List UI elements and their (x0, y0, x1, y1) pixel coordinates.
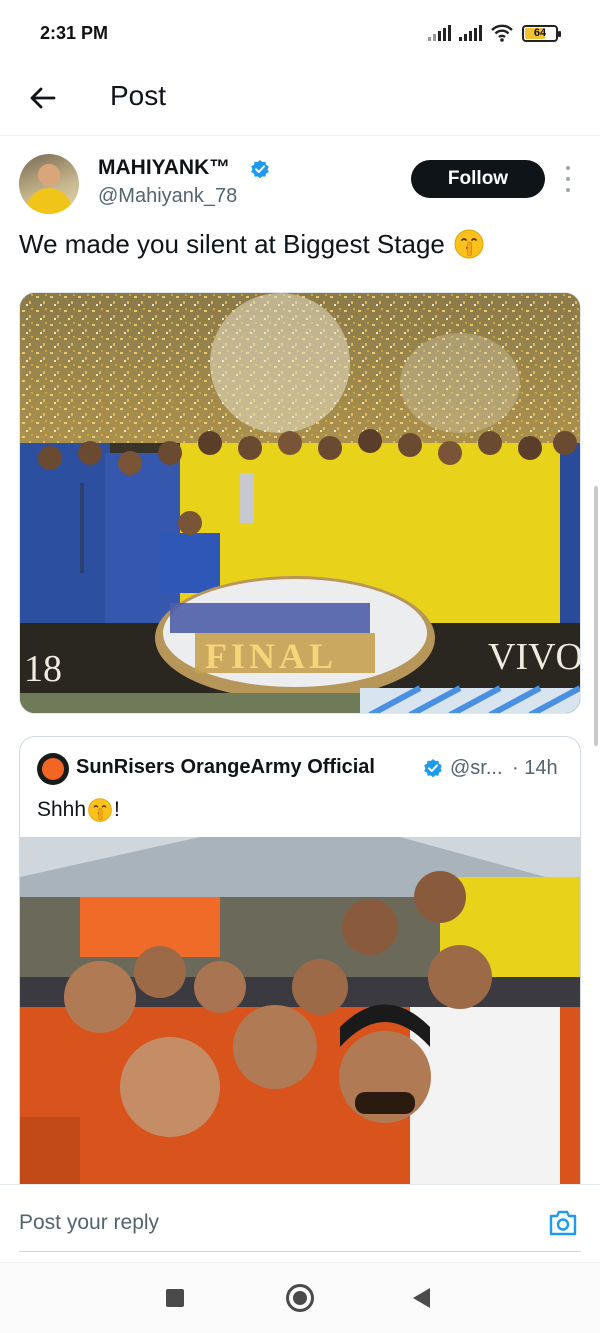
back-icon[interactable] (413, 1288, 430, 1308)
quote-timestamp: · 14h (512, 757, 558, 779)
camera-icon[interactable] (548, 1209, 578, 1237)
signal-icon (428, 25, 451, 41)
shushing-face-emoji (454, 229, 484, 259)
post-text-content: We made you silent at Biggest Stage (19, 228, 445, 259)
quote-text: Shhh ! (37, 797, 120, 823)
quote-text-before: Shhh (37, 798, 87, 821)
quote-photo[interactable] (20, 837, 580, 1205)
fans-selfie-image (20, 837, 580, 1205)
home-icon[interactable] (286, 1284, 314, 1312)
verified-badge-icon (251, 160, 269, 179)
author-name[interactable]: MAHIYANK™ (98, 156, 230, 180)
more-options-icon[interactable] (562, 166, 574, 192)
banner-left-text: 18 (24, 648, 62, 690)
system-nav-bar (0, 1262, 600, 1333)
post-text: We made you silent at Biggest Stage (19, 228, 485, 260)
quote-author-name: SunRisers OrangeArmy Official (76, 756, 375, 778)
trophy-stand-text: FINAL (205, 636, 337, 676)
reply-bar (0, 1184, 600, 1262)
follow-button[interactable]: Follow (411, 160, 545, 198)
quote-author-handle: @sr... (450, 757, 503, 779)
status-icons: 64 (428, 24, 561, 42)
post-author-row: MAHIYANK™ @Mahiyank_78 Follow (0, 150, 600, 220)
arrow-left-icon[interactable] (28, 83, 58, 113)
scrollbar[interactable] (594, 486, 598, 746)
banner-right-text: VIVO (488, 636, 581, 678)
signal-icon (459, 25, 482, 41)
battery-icon: 64 (522, 24, 561, 42)
reply-underline (19, 1251, 581, 1252)
wifi-icon (491, 24, 513, 42)
app-header: Post (0, 66, 600, 136)
quoted-post[interactable]: SunRisers OrangeArmy Official @sr... · 1… (19, 736, 581, 1206)
quote-avatar[interactable] (37, 753, 69, 785)
page-title: Post (110, 80, 167, 111)
reply-input[interactable] (19, 1211, 499, 1235)
recents-icon[interactable] (166, 1289, 184, 1307)
shushing-face-emoji (88, 798, 112, 822)
status-time: 2:31 PM (40, 22, 109, 43)
avatar[interactable] (19, 154, 79, 214)
battery-level: 64 (533, 27, 547, 39)
status-bar: 2:31 PM 64 (0, 0, 600, 66)
verified-badge-icon (424, 759, 442, 778)
quote-text-after: ! (114, 798, 120, 821)
team-celebration-image: 18 VIVO FINAL (20, 293, 581, 713)
post-photo[interactable]: 18 VIVO FINAL (19, 292, 581, 714)
author-handle[interactable]: @Mahiyank_78 (98, 185, 237, 208)
